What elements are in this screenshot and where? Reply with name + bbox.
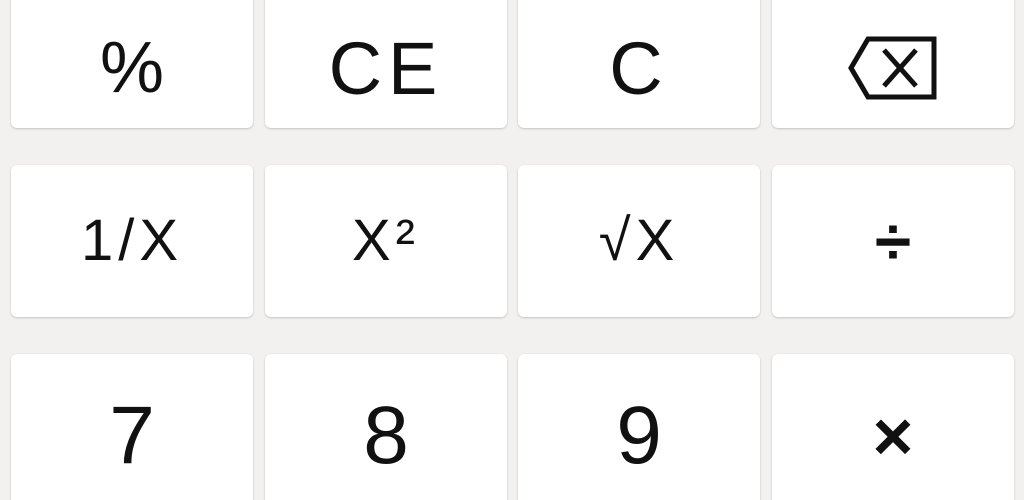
- multiply-label: ×: [872, 397, 914, 475]
- percent-button[interactable]: %: [11, 0, 253, 128]
- reciprocal-button[interactable]: 1/X: [11, 165, 253, 317]
- clear-entry-button[interactable]: CE: [265, 0, 507, 128]
- calculator-keypad: % CE C 1/X X² √X ÷ 7 8 9 ×: [0, 0, 1024, 500]
- divide-label: ÷: [874, 204, 912, 278]
- digit-7-button[interactable]: 7: [11, 354, 253, 500]
- clear-entry-label: CE: [328, 27, 444, 110]
- backspace-button[interactable]: [772, 0, 1014, 128]
- percent-label: %: [99, 28, 165, 108]
- clear-label: C: [609, 27, 669, 110]
- square-root-label: √X: [598, 208, 680, 273]
- square-root-button[interactable]: √X: [518, 165, 760, 317]
- square-button[interactable]: X²: [265, 165, 507, 317]
- square-label: X²: [352, 208, 420, 273]
- multiply-button[interactable]: ×: [772, 354, 1014, 500]
- digit-8-label: 8: [363, 390, 409, 481]
- clear-button[interactable]: C: [518, 0, 760, 128]
- backspace-icon: [848, 20, 938, 100]
- digit-9-label: 9: [616, 390, 662, 481]
- digit-7-label: 7: [109, 390, 155, 481]
- digit-9-button[interactable]: 9: [518, 354, 760, 500]
- divide-button[interactable]: ÷: [772, 165, 1014, 317]
- digit-8-button[interactable]: 8: [265, 354, 507, 500]
- reciprocal-label: 1/X: [80, 208, 184, 273]
